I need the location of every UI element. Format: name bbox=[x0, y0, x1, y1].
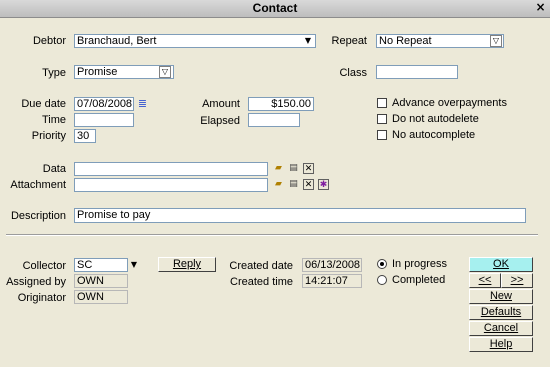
calendar-icon[interactable]: ≣ bbox=[137, 98, 148, 109]
open-folder-icon[interactable]: ▰ bbox=[273, 163, 284, 174]
debtor-select[interactable]: Branchaud, Bert bbox=[74, 34, 316, 48]
do-not-autodelete-checkbox[interactable] bbox=[377, 114, 387, 124]
print-icon[interactable]: ▤ bbox=[288, 163, 299, 174]
class-input[interactable] bbox=[376, 65, 458, 79]
ok-button[interactable]: OK bbox=[469, 257, 533, 272]
close-icon[interactable]: × bbox=[534, 1, 547, 14]
new-button[interactable]: New bbox=[469, 289, 533, 304]
collector-value: SC bbox=[77, 259, 93, 271]
reply-button-label: Reply bbox=[172, 258, 202, 270]
priority-label: Priority bbox=[31, 130, 66, 142]
next-button-label: >> bbox=[510, 274, 524, 286]
created-date-label: Created date bbox=[229, 260, 293, 272]
type-value: Promise bbox=[77, 66, 118, 78]
assigned-by-value: OWN bbox=[74, 274, 128, 288]
previous-button[interactable]: << bbox=[469, 273, 501, 288]
repeat-select[interactable]: No Repeat bbox=[376, 34, 504, 48]
originator-label: Originator bbox=[17, 292, 66, 304]
no-autocomplete-checkbox[interactable] bbox=[377, 130, 387, 140]
elapsed-label: Elapsed bbox=[200, 115, 240, 127]
new-button-label: New bbox=[489, 290, 512, 302]
no-autocomplete-label: No autocomplete bbox=[392, 129, 476, 141]
collector-label: Collector bbox=[22, 260, 66, 272]
contact-window: Contact × Debtor Branchaud, Bert ▼ Repea… bbox=[0, 0, 550, 367]
type-dropdown-arrow-icon[interactable]: ▽ bbox=[159, 66, 171, 78]
attachment-input[interactable] bbox=[74, 178, 268, 192]
collector-dropdown-arrow-icon[interactable]: ▼ bbox=[128, 259, 140, 271]
due-date-input[interactable]: 07/08/2008 bbox=[74, 97, 134, 111]
cancel-button-label: Cancel bbox=[483, 322, 519, 334]
amount-label: Amount bbox=[202, 98, 240, 110]
previous-button-label: << bbox=[478, 274, 492, 286]
advance-overpayments-label: Advance overpayments bbox=[392, 97, 507, 109]
repeat-label: Repeat bbox=[331, 35, 367, 47]
data-label: Data bbox=[42, 163, 66, 175]
next-button[interactable]: >> bbox=[501, 273, 533, 288]
completed-radio[interactable] bbox=[377, 275, 387, 285]
advance-overpayments-checkbox[interactable] bbox=[377, 98, 387, 108]
elapsed-input[interactable] bbox=[248, 113, 300, 127]
created-date-value: 06/13/2008 bbox=[302, 258, 362, 272]
attachment-delete-icon[interactable]: ✕ bbox=[303, 179, 314, 190]
in-progress-label: In progress bbox=[392, 258, 448, 270]
delete-icon[interactable]: ✕ bbox=[303, 163, 314, 174]
created-time-label: Created time bbox=[230, 276, 293, 288]
assigned-by-label: Assigned by bbox=[6, 276, 66, 288]
help-button[interactable]: Help bbox=[469, 337, 533, 352]
description-input[interactable]: Promise to pay bbox=[74, 208, 526, 223]
type-label: Type bbox=[42, 67, 66, 79]
defaults-button[interactable]: Defaults bbox=[469, 305, 533, 320]
repeat-dropdown-arrow-icon[interactable]: ▽ bbox=[490, 35, 502, 47]
repeat-value: No Repeat bbox=[379, 35, 432, 47]
scan-icon[interactable]: ✱ bbox=[318, 179, 329, 190]
attachment-label: Attachment bbox=[10, 179, 66, 191]
cancel-button[interactable]: Cancel bbox=[469, 321, 533, 336]
description-label: Description bbox=[10, 210, 66, 222]
collector-select[interactable]: SC bbox=[74, 258, 128, 272]
time-input[interactable] bbox=[74, 113, 134, 127]
debtor-value: Branchaud, Bert bbox=[77, 35, 157, 47]
amount-input[interactable]: $150.00 bbox=[248, 97, 314, 111]
ok-button-label: OK bbox=[493, 258, 509, 270]
attachment-open-folder-icon[interactable]: ▰ bbox=[273, 179, 284, 190]
attachment-print-icon[interactable]: ▤ bbox=[288, 179, 299, 190]
title-bar: Contact × bbox=[0, 0, 550, 18]
separator bbox=[6, 234, 538, 236]
reply-button[interactable]: Reply bbox=[158, 257, 216, 272]
class-label: Class bbox=[339, 67, 367, 79]
do-not-autodelete-label: Do not autodelete bbox=[392, 113, 479, 125]
window-title: Contact bbox=[252, 1, 298, 15]
due-date-label: Due date bbox=[21, 98, 66, 110]
completed-label: Completed bbox=[392, 274, 446, 286]
priority-input[interactable]: 30 bbox=[74, 129, 96, 143]
data-input[interactable] bbox=[74, 162, 268, 176]
debtor-dropdown-arrow-icon[interactable]: ▼ bbox=[302, 35, 314, 47]
originator-value: OWN bbox=[74, 290, 128, 304]
in-progress-radio[interactable] bbox=[377, 259, 387, 269]
time-label: Time bbox=[41, 114, 66, 126]
help-button-label: Help bbox=[489, 338, 513, 350]
created-time-value: 14:21:07 bbox=[302, 274, 362, 288]
debtor-label: Debtor bbox=[32, 35, 66, 47]
defaults-button-label: Defaults bbox=[480, 306, 522, 318]
